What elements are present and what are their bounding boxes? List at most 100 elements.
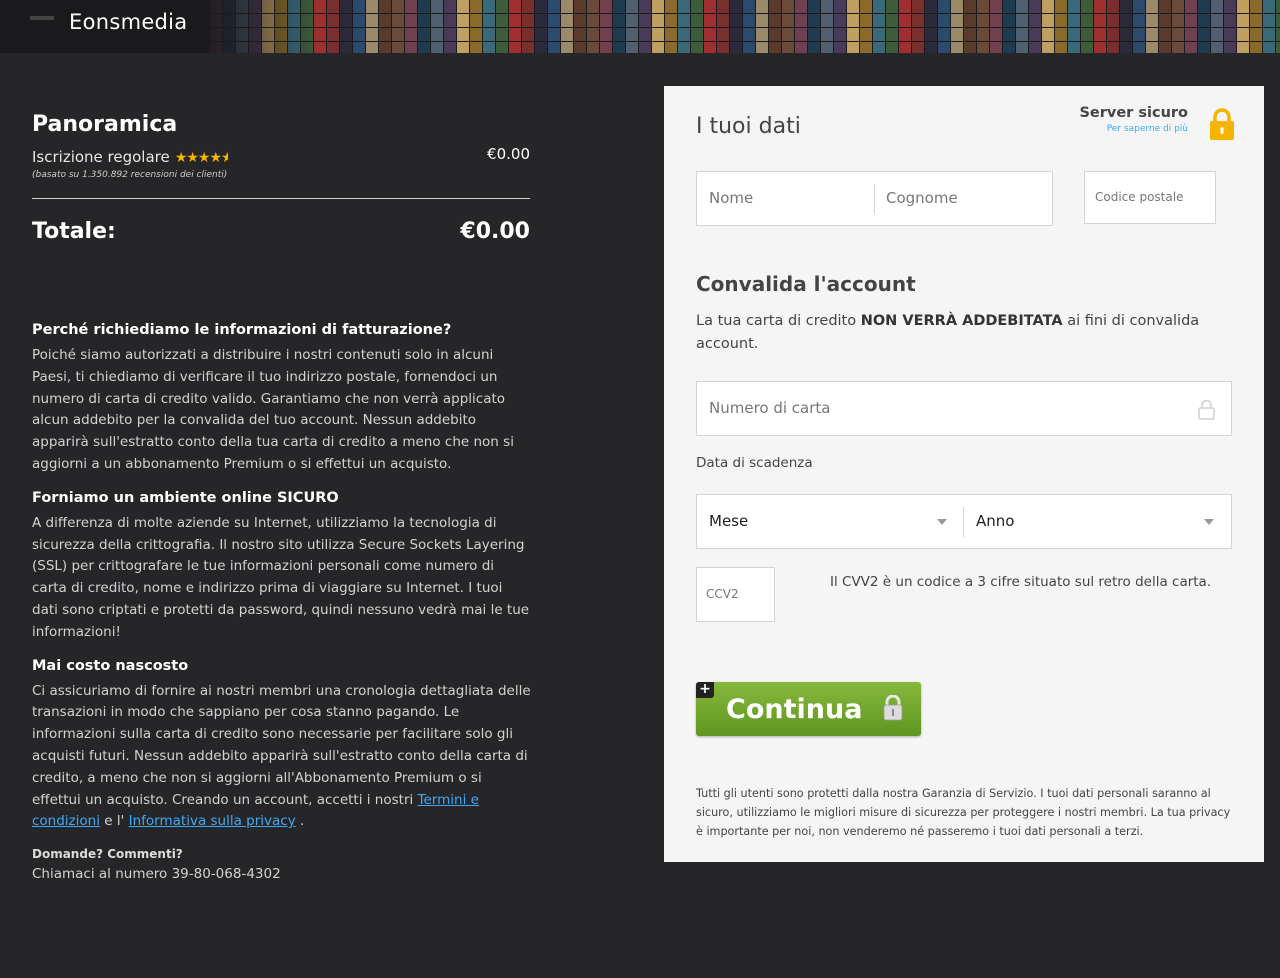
privacy-note: Tutti gli utenti sono protetti dalla nos…: [696, 787, 1231, 838]
lock-outline-icon: [1198, 399, 1215, 420]
poster-tile: [717, 42, 729, 53]
poster-tile: [795, 42, 807, 53]
poster-tile: [1172, 0, 1184, 13]
poster-tile: [730, 14, 742, 27]
poster-tile: [925, 28, 937, 41]
continue-button[interactable]: + Continua: [696, 682, 921, 736]
poster-tile: [873, 42, 885, 53]
validate-title: Convalida l'account: [696, 272, 916, 296]
poster-tile: [1250, 14, 1262, 27]
poster-tile: [444, 0, 456, 13]
poster-tile: [1263, 0, 1275, 13]
poster-tile: [847, 42, 859, 53]
poster-tile: [1107, 14, 1119, 27]
poster-tile: [717, 0, 729, 13]
poster-tile: [1237, 14, 1249, 27]
poster-tile: [730, 0, 742, 13]
last-name-input[interactable]: Cognome: [886, 172, 958, 225]
poster-tile: [964, 0, 976, 13]
poster-tile: [509, 28, 521, 41]
month-select[interactable]: Mese: [709, 495, 748, 548]
poster-tile: [1159, 14, 1171, 27]
poster-tile: [1107, 42, 1119, 53]
poster-tile: [366, 42, 378, 53]
name-fields: Nome Cognome: [696, 171, 1053, 226]
poster-tile: [1263, 28, 1275, 41]
poster-tile: [496, 14, 508, 27]
poster-tile: [587, 42, 599, 53]
overview-title: Panoramica: [32, 112, 178, 137]
contact-question: Domande? Commenti?: [32, 847, 183, 862]
poster-tile: [938, 14, 950, 27]
billing-heading: Perché richiediamo le informazioni di fa…: [32, 322, 452, 338]
postal-code-input[interactable]: Codice postale: [1084, 171, 1216, 224]
poster-tile: [977, 28, 989, 41]
poster-tile: [1250, 28, 1262, 41]
learn-more-link[interactable]: Per saperne di più: [1079, 124, 1188, 134]
poster-tile: [847, 28, 859, 41]
poster-tile: [340, 28, 352, 41]
validate-text-bold: NON VERRÀ ADDEBITATA: [860, 313, 1063, 329]
poster-tile: [769, 28, 781, 41]
poster-tile: [678, 0, 690, 13]
poster-tile: [1068, 28, 1080, 41]
chevron-down-icon[interactable]: [1204, 519, 1214, 525]
poster-tile: [639, 42, 651, 53]
poster-tile: [912, 0, 924, 13]
poster-tile: [1016, 28, 1028, 41]
poster-tile: [977, 14, 989, 27]
poster-tile: [1185, 42, 1197, 53]
poster-tile: [782, 14, 794, 27]
form-title: I tuoi dati: [696, 114, 801, 139]
poster-tile: [951, 14, 963, 27]
expiry-selects: Mese Anno: [696, 494, 1232, 549]
poster-tile: [1003, 42, 1015, 53]
poster-tile: [652, 14, 664, 27]
poster-tile: [1172, 14, 1184, 27]
poster-tile: [613, 42, 625, 53]
poster-tile: [613, 28, 625, 41]
poster-tile: [665, 28, 677, 41]
cvv-input[interactable]: CCV2: [696, 567, 775, 622]
poster-tile: [1146, 0, 1158, 13]
poster-tile: [990, 0, 1002, 13]
poster-tile: [1185, 14, 1197, 27]
plan-name: Iscrizione regolare: [32, 148, 170, 166]
poster-tile: [704, 28, 716, 41]
poster-tile: [652, 42, 664, 53]
poster-tile: [626, 0, 638, 13]
expiry-label: Data di scadenza: [696, 455, 813, 471]
poster-tile: [964, 28, 976, 41]
poster-tile: [886, 0, 898, 13]
poster-tile: [327, 0, 339, 13]
poster-tile: [1003, 14, 1015, 27]
card-number-input[interactable]: Numero di carta: [696, 381, 1232, 436]
poster-tile: [1042, 42, 1054, 53]
poster-tile: [756, 42, 768, 53]
brand-logo[interactable]: Eonsmedia: [69, 10, 187, 34]
poster-tile: [925, 42, 937, 53]
first-name-input[interactable]: Nome: [709, 172, 753, 225]
privacy-link[interactable]: Informativa sulla privacy: [129, 813, 296, 829]
poster-tile: [886, 42, 898, 53]
chevron-down-icon[interactable]: [937, 519, 947, 525]
poster-tile: [1185, 28, 1197, 41]
poster-tile: [1237, 28, 1249, 41]
field-separator: [963, 507, 964, 537]
poster-tile: [886, 14, 898, 27]
padlock-icon: [883, 695, 903, 721]
year-select[interactable]: Anno: [976, 495, 1014, 548]
poster-tile: [1276, 14, 1280, 27]
poster-tile: [1224, 42, 1236, 53]
poster-tile: [535, 42, 547, 53]
poster-tile: [470, 14, 482, 27]
poster-tile: [1042, 28, 1054, 41]
poster-tile: [834, 42, 846, 53]
half-star-icon: ★: [221, 150, 229, 166]
poster-tile: [509, 0, 521, 13]
poster-tile: [652, 28, 664, 41]
poster-tile: [808, 42, 820, 53]
poster-tile: [483, 0, 495, 13]
poster-tile: [574, 14, 586, 27]
plus-icon: +: [696, 682, 714, 698]
